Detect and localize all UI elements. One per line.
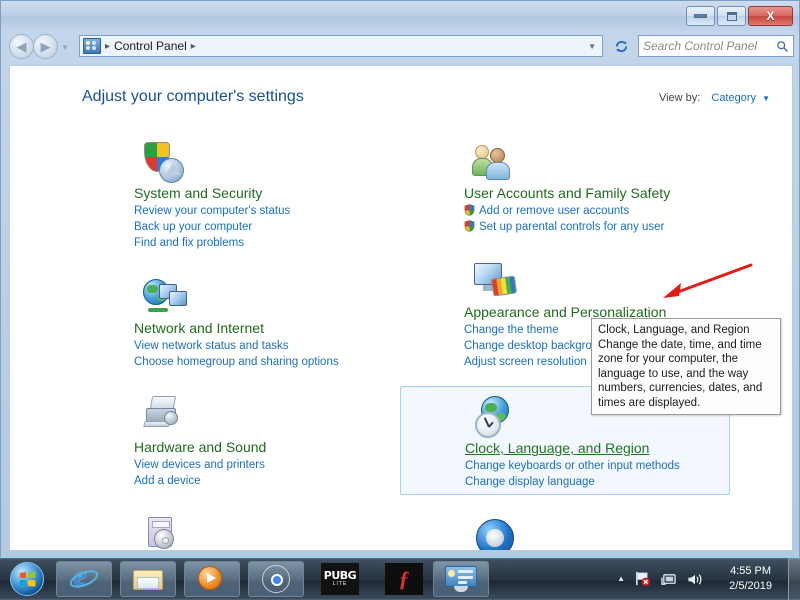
security-shield-icon[interactable] [142,140,190,188]
breadcrumb-separator-1: ▸ [105,40,111,52]
category-ease-of-access[interactable]: Ease of Access Let Windows suggest setti… [400,507,730,550]
refresh-button[interactable] [609,35,633,57]
screen: X ◀ ▶ ▼ ▸ Control Panel ▸ ▼ Search Contr… [0,0,800,600]
content-pane: Adjust your computer's settings View by:… [9,65,793,551]
pubg-icon-text-top: PUBG [323,569,357,582]
volume-icon[interactable] [686,572,704,587]
search-icon [777,40,788,52]
breadcrumb-control-panel[interactable]: Control Panel [114,39,187,53]
category-network-and-internet[interactable]: Network and Internet View network status… [70,267,400,374]
clock-time: 4:55 PM [730,565,772,577]
windows-start-orb-icon [10,562,44,596]
pubg-lite-icon: PUBG LITE [321,563,359,595]
link-text: Add or remove user accounts [479,205,630,217]
start-button[interactable] [2,560,52,598]
taskbar-button-pubg-lite[interactable]: PUBG LITE [312,561,368,597]
taskbar-button-internet-explorer[interactable] [56,561,112,597]
maximize-button[interactable] [717,6,746,26]
uac-shield-icon [464,220,475,232]
category-link[interactable]: Review your computer's status [134,203,394,219]
search-input[interactable]: Search Control Panel [643,39,776,53]
window-titlebar: X [1,1,799,31]
taskbar-clock[interactable]: 4:55 PM 2/5/2019 [729,558,772,600]
network-globe-icon[interactable] [142,275,190,323]
category-link[interactable]: Change display language [465,474,723,490]
page-title: Adjust your computer's settings [82,88,304,105]
taskbar-button-windows-explorer[interactable] [120,561,176,597]
tooltip-body: Change the date, time, and time zone for… [598,338,763,409]
media-player-icon [198,566,226,592]
close-button[interactable]: X [748,6,793,26]
window-controls: X [686,6,793,26]
category-link[interactable]: Set up parental controls for any user [464,219,724,235]
category-link[interactable]: Change keyboards or other input methods [465,458,723,474]
category-link[interactable]: Back up your computer [134,219,394,235]
folder-icon [133,567,163,591]
category-link[interactable]: Choose homegroup and sharing options [134,354,394,370]
search-box[interactable]: Search Control Panel [638,35,794,57]
tooltip-title: Clock, Language, and Region [598,324,750,336]
minimize-icon [694,14,707,18]
view-by-value[interactable]: Category [711,92,756,104]
action-center-flag-icon[interactable] [634,571,651,587]
show-hidden-icons-button[interactable]: ▲ [617,575,625,583]
refresh-icon [615,40,627,52]
taskbar-button-windows-media-player[interactable] [184,561,240,597]
taskbar-button-garena[interactable]: ƒ [376,561,432,597]
control-panel-taskbar-icon [445,566,477,592]
user-accounts-icon[interactable] [472,140,520,188]
navigation-bar: ◀ ▶ ▼ ▸ Control Panel ▸ ▼ Search Control… [1,31,799,63]
category-user-accounts-and-family-safety[interactable]: User Accounts and Family Safety Add or r… [400,132,730,239]
back-arrow-icon: ◀ [16,39,27,54]
address-bar[interactable]: ▸ Control Panel ▸ ▼ [79,35,603,57]
category-programs[interactable]: Programs Uninstall a program [70,505,400,550]
pubg-icon-text-bottom: LITE [332,581,348,587]
garena-icon: ƒ [385,563,423,595]
network-icon[interactable] [660,572,677,587]
category-link[interactable]: Find and fix problems [134,235,394,251]
address-dropdown-icon[interactable]: ▼ [588,42,596,51]
clock-date: 2/5/2019 [729,580,772,592]
forward-arrow-icon: ▶ [40,39,51,54]
printer-icon[interactable] [142,394,190,442]
category-link[interactable]: Add or remove user accounts [464,203,724,219]
appearance-monitor-icon[interactable] [472,259,520,307]
chrome-icon [262,565,290,593]
forward-button[interactable]: ▶ [33,34,58,59]
category-column-left: System and Security Review your computer… [70,132,400,550]
breadcrumb-separator-2[interactable]: ▸ [191,41,196,52]
view-by-label: View by: [658,92,701,104]
internet-explorer-icon [69,561,99,593]
maximize-icon [726,11,737,21]
programs-box-icon[interactable] [142,513,190,550]
uac-shield-icon [464,204,475,216]
taskbar-button-control-panel[interactable] [433,561,489,597]
ease-of-access-icon[interactable] [472,515,520,550]
category-hardware-and-sound[interactable]: Hardware and Sound View devices and prin… [70,386,400,493]
system-tray: ▲ [617,558,704,600]
chevron-down-icon[interactable]: ▼ [762,94,770,103]
category-link[interactable]: View devices and printers [134,457,394,473]
link-text: Set up parental controls for any user [479,221,665,233]
clock-globe-icon[interactable] [473,395,521,443]
category-system-and-security[interactable]: System and Security Review your computer… [70,132,400,255]
show-desktop-button[interactable] [788,558,800,600]
back-button[interactable]: ◀ [9,34,34,59]
history-dropdown-button[interactable]: ▼ [61,43,69,52]
taskbar: PUBG LITE ƒ ▲ [0,557,800,600]
minimize-button[interactable] [686,6,715,26]
close-icon: X [766,9,775,23]
category-link[interactable]: View network status and tasks [134,338,394,354]
tooltip: Clock, Language, and Region Change the d… [591,318,781,415]
taskbar-button-google-chrome[interactable] [248,561,304,597]
control-panel-window: X ◀ ▶ ▼ ▸ Control Panel ▸ ▼ Search Contr… [0,0,800,558]
view-by-control[interactable]: View by: Category ▼ [659,92,770,104]
category-link[interactable]: Add a device [134,473,394,489]
control-panel-icon [83,38,101,54]
